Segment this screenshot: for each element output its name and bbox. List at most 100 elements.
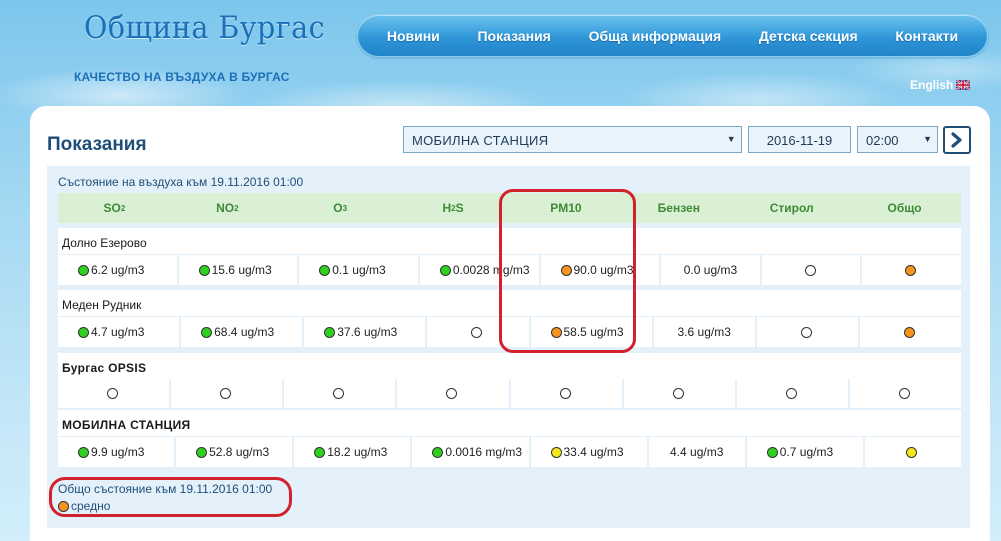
station-data-row	[58, 378, 961, 408]
reading-cell: 18.2 ug/m3	[294, 437, 411, 467]
reading-cell	[510, 378, 622, 408]
nav-news[interactable]: Новини	[387, 28, 440, 44]
nav-contacts[interactable]: Контакти	[895, 28, 958, 44]
status-dot-green	[314, 446, 326, 458]
dropdown-arrow-icon: ▼	[726, 134, 736, 144]
overall-status-dot	[58, 500, 69, 512]
reading-cell: 15.6 ug/m3	[178, 255, 298, 285]
pollutant-header-row: SO 2 NO 2 O3 H2S PM10 Бензен Стирол Общо	[58, 193, 961, 223]
station-data-row: 9.9 ug/m3 52.8 ug/m3 18.2 ug/m3 0.0016 mg/m…	[58, 437, 961, 467]
status-dot-empty	[785, 387, 797, 399]
reading-value: 3.6 ug/m3	[677, 325, 731, 339]
main-nav: Новини Показания Обща информация Детска …	[357, 14, 988, 57]
reading-value: 68.4 ug/m3	[214, 325, 275, 339]
reading-value: 90.0 ug/m3	[573, 263, 634, 277]
status-timestamp: Състояние на въздуха към 19.11.2016 01:0…	[58, 175, 304, 189]
status-dot-green	[78, 326, 89, 338]
reading-value: 37.6 ug/m3	[337, 325, 398, 339]
status-dot-empty	[800, 326, 812, 338]
reading-value: 4.4 ug/m3	[670, 445, 724, 459]
site-logo[interactable]: Община Бургас	[84, 10, 325, 46]
col-o3: O3	[333, 201, 348, 215]
reading-cell	[761, 255, 861, 285]
reading-cell: 0.1 ug/m3	[299, 255, 418, 285]
station-select-value: МОБИЛНА СТАНЦИЯ	[412, 133, 549, 148]
reading-value: 0.0016 mg/m3	[445, 445, 523, 459]
reading-value: 33.4 ug/m3	[563, 445, 624, 459]
station-select[interactable]: МОБИЛНА СТАНЦИЯ ▼	[403, 126, 742, 153]
reading-value: 52.8 ug/m3	[209, 445, 270, 459]
time-select[interactable]: 02:00 ▼	[857, 126, 938, 153]
reading-cell: 0.0028 mg/m3	[419, 255, 539, 285]
language-label[interactable]: English	[910, 78, 953, 92]
date-input[interactable]: 2016-11-19	[748, 126, 851, 153]
station-data-row: 6.2 ug/m3 15.6 ug/m3 0.1 ug/m3 0.0028 mg/m3…	[58, 255, 961, 285]
uk-flag-icon[interactable]	[956, 80, 971, 90]
status-dot-orange	[905, 264, 917, 276]
reading-value: 15.6 ug/m3	[211, 263, 272, 277]
reading-cell: 0.0 ug/m3	[661, 255, 760, 285]
reading-cell: 4.7 ug/m3	[58, 317, 180, 347]
reading-cell: 58.5 ug/m3	[530, 317, 652, 347]
reading-value: 18.2 ug/m3	[327, 445, 388, 459]
reading-cell: 9.9 ug/m3	[58, 437, 175, 467]
status-dot-orange	[560, 264, 572, 276]
reading-cell	[862, 255, 961, 285]
language-switch[interactable]: English	[910, 78, 971, 92]
station-name-dolno-ezerovo: Долно Езерово	[58, 228, 961, 254]
reading-cell	[427, 317, 529, 347]
overall-status-label: Общо състояние към 19.11.2016 01:00	[58, 482, 273, 496]
reading-cell: 0.0016 mg/m3	[412, 437, 529, 467]
reading-cell	[397, 378, 509, 408]
nav-general-info[interactable]: Обща информация	[589, 28, 722, 44]
reading-value: 4.7 ug/m3	[91, 325, 145, 339]
go-button[interactable]	[943, 126, 971, 154]
reading-cell: 4.4 ug/m3	[648, 437, 745, 467]
status-dot-empty	[333, 387, 345, 399]
reading-cell	[736, 378, 848, 408]
reading-cell: 3.6 ug/m3	[653, 317, 755, 347]
reading-cell: 90.0 ug/m3	[540, 255, 660, 285]
reading-value: 0.0028 mg/m3	[452, 263, 530, 277]
reading-cell: 6.2 ug/m3	[58, 255, 177, 285]
reading-value: 0.0 ug/m3	[683, 263, 738, 277]
page-title: Показания	[47, 134, 147, 155]
status-dot-empty	[220, 387, 232, 399]
reading-cell	[171, 378, 283, 408]
col-so2: SO 2	[103, 201, 126, 215]
col-no2: NO 2	[216, 201, 239, 215]
reading-cell	[623, 378, 735, 408]
status-dot-green	[78, 264, 89, 276]
reading-cell: 0.7 ug/m3	[746, 437, 863, 467]
reading-cell	[284, 378, 396, 408]
reading-cell	[756, 317, 858, 347]
reading-cell	[864, 437, 961, 467]
nav-kids-section[interactable]: Детска секция	[759, 28, 858, 44]
station-data-row: 4.7 ug/m3 68.4 ug/m3 37.6 ug/m3 58.5 ug/m3 3…	[58, 317, 961, 347]
status-dot-orange	[550, 326, 562, 338]
col-h2s: H2S	[442, 201, 464, 215]
station-name-burgas-opsis: Бургас OPSIS	[58, 353, 961, 379]
status-dot-green	[196, 446, 208, 458]
col-benzene: Бензен	[657, 201, 700, 215]
overall-status: Общо състояние към 19.11.2016 01:00 сред…	[58, 482, 272, 513]
status-dot-green	[78, 446, 89, 458]
reading-value: 0.7 ug/m3	[779, 445, 834, 459]
status-dot-green	[201, 326, 213, 338]
status-dot-green	[432, 446, 444, 458]
col-overall: Общо	[887, 201, 922, 215]
reading-cell: 52.8 ug/m3	[176, 437, 293, 467]
station-name-meden-rudnik: Меден Рудник	[58, 290, 961, 316]
station-name-mobile-station: МОБИЛНА СТАНЦИЯ	[58, 410, 961, 436]
chevron-right-icon	[951, 132, 962, 148]
status-dot-green	[198, 264, 210, 276]
status-dot-green	[766, 446, 778, 458]
reading-cell	[849, 378, 961, 408]
col-styrene: Стирол	[769, 201, 814, 215]
col-pm10: PM10	[550, 201, 582, 215]
reading-cell: 33.4 ug/m3	[530, 437, 647, 467]
reading-value: 0.1 ug/m3	[332, 263, 386, 277]
status-dot-yellow	[906, 446, 918, 458]
status-dot-empty	[804, 264, 816, 276]
nav-readings[interactable]: Показания	[477, 28, 550, 44]
